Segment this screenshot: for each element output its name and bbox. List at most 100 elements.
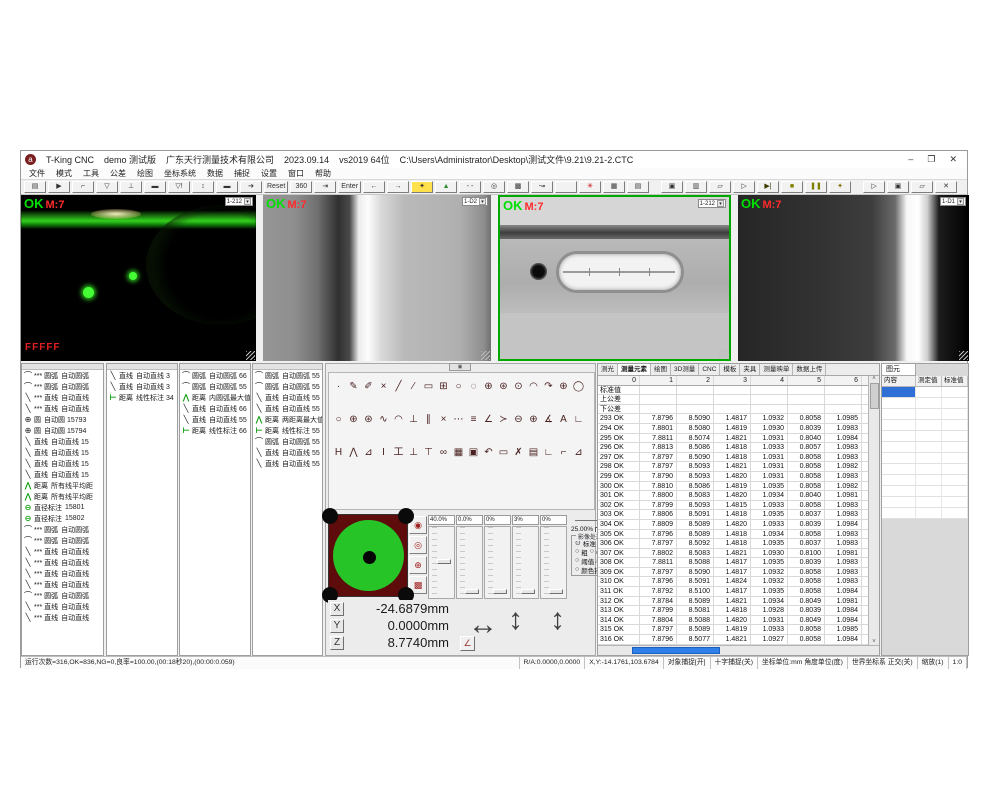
menu-item-6[interactable]: 数据 [207, 168, 223, 179]
element-list-item[interactable]: ╲直线自动直线 15 [22, 469, 103, 480]
element-list-item[interactable]: ╲直线自动直线 55 [253, 458, 322, 469]
element-list-item[interactable]: ⋀距离所有线平均距 [22, 480, 103, 491]
palette-tool-icon-r2-2[interactable]: ⊕ [346, 412, 361, 427]
run-button[interactable]: ▷ [863, 181, 885, 193]
scroll-thumb[interactable] [632, 647, 720, 654]
updown-button[interactable]: ↕ [192, 181, 214, 193]
enter-button[interactable]: Enter [338, 181, 361, 193]
path-button[interactable]: ⌐ [72, 181, 94, 193]
element-list-item[interactable]: ╲*** 直线自动直线 [22, 579, 103, 590]
element-list-item[interactable]: ⋀距离两距离最大值 [253, 414, 322, 425]
radio-icon[interactable]: ○ [575, 566, 579, 573]
palette-tool-icon-r2-7[interactable]: ∥ [421, 412, 436, 427]
menu-item-1[interactable]: 模式 [56, 168, 72, 179]
gray-block-button[interactable]: ▬ [144, 181, 166, 193]
dither-button[interactable]: ▦ [603, 181, 625, 193]
radio-icon[interactable]: ○ [575, 557, 579, 564]
element-list-item[interactable]: ╲*** 直线自动直线 [22, 612, 103, 623]
play-button[interactable]: ▷ [733, 181, 755, 193]
minimize-button[interactable]: – [908, 154, 913, 165]
palette-tool-icon-r3-17[interactable]: ⊿ [571, 445, 586, 460]
palette-tool-icon-r3-10[interactable]: ▣ [466, 445, 481, 460]
element-list-item[interactable]: ╲直线自动直线 55 [253, 392, 322, 403]
camera3-channel-dropdown[interactable]: 1-212▾ [698, 199, 726, 208]
light-slider-thumb[interactable] [465, 589, 479, 594]
element-list-item[interactable]: ⊢距离线性标注 34 [107, 392, 177, 403]
resize-grip-icon[interactable] [719, 349, 728, 358]
beam-button[interactable]: ⊥ [120, 181, 142, 193]
preview-row[interactable] [882, 442, 968, 453]
table-tab-1[interactable]: 测光 [598, 364, 618, 375]
stop-button[interactable]: ■ [781, 181, 803, 193]
palette-tool-icon-r2-4[interactable]: ∿ [376, 412, 391, 427]
table-row[interactable]: 316 OK7.87968.50771.48211.09270.80581.09… [598, 635, 868, 645]
camera-view-4[interactable]: OKM:7 1-D1▾ [738, 195, 969, 361]
palette-tool-icon-r1-16[interactable]: ⊕ [556, 379, 571, 394]
element-list-item[interactable]: ╲直线自动直线 66 [180, 403, 250, 414]
camera-view-3-selected[interactable]: OKM:7 1-212▾ [498, 195, 731, 361]
star-button[interactable]: ✳ [579, 181, 601, 193]
element-list-item[interactable]: ⌒圆弧自动圆弧 55 [253, 381, 322, 392]
level-button[interactable]: ▬ [216, 181, 238, 193]
scroll-thumb[interactable] [870, 383, 879, 409]
palette-tool-icon-r1-13[interactable]: ⊙ [511, 379, 526, 394]
element-list-item[interactable]: ⊖直径标注15801 [22, 502, 103, 513]
table-horizontal-scrollbar[interactable] [598, 645, 879, 655]
table-tab-6[interactable]: 模板 [720, 364, 740, 375]
table-row[interactable]: 313 OK7.87998.50811.48181.09280.80391.09… [598, 606, 868, 616]
table-row[interactable]: 298 OK7.87978.50931.48211.09310.80581.09… [598, 462, 868, 472]
preview-row[interactable] [882, 453, 968, 464]
palette-tool-icon-r2-11[interactable]: ∠ [481, 412, 496, 427]
element-list-item[interactable]: ╲直线自动直线 3 [107, 381, 177, 392]
preview-row[interactable] [882, 486, 968, 497]
terrain-button[interactable]: ▲ [435, 181, 457, 193]
curve-button[interactable]: ↝ [531, 181, 553, 193]
minus-minus-button[interactable]: - - [459, 181, 481, 193]
preview-row[interactable] [882, 497, 968, 508]
palette-tool-icon-r3-4[interactable]: I [376, 445, 391, 460]
table-row[interactable]: 302 OK7.87998.50931.48151.09330.80581.09… [598, 501, 868, 511]
element-list-item[interactable]: ╲直线自动直线 15 [22, 458, 103, 469]
selected-cell[interactable] [882, 387, 916, 397]
light-mode-button-2[interactable]: ◎ [409, 536, 427, 554]
table-row[interactable]: 301 OK7.88008.50831.48201.09340.80401.09… [598, 491, 868, 501]
element-list-item[interactable]: ╲直线自动直线 15 [22, 436, 103, 447]
palette-tool-icon-r1-14[interactable]: ◠ [526, 379, 541, 394]
palette-tool-icon-r3-3[interactable]: ⊿ [361, 445, 376, 460]
element-list-item[interactable]: ⌒*** 圆弧自动圆弧 [22, 524, 103, 535]
preview-row[interactable] [882, 409, 968, 420]
table-row[interactable]: 306 OK7.87978.50921.48181.09350.80371.09… [598, 539, 868, 549]
palette-tool-icon-r1-12[interactable]: ⊛ [496, 379, 511, 394]
palette-tool-icon-r2-16[interactable]: A [556, 412, 571, 427]
menu-item-7[interactable]: 捕捉 [234, 168, 250, 179]
palette-tool-icon-r2-1[interactable]: ○ [331, 412, 346, 427]
preview-row[interactable] [882, 398, 968, 409]
palette-tool-icon-r1-17[interactable]: ◯ [571, 379, 586, 394]
light-slider-thumb[interactable] [493, 589, 507, 594]
table-tab-7[interactable]: 夹具 [740, 364, 760, 375]
play-to-end-button[interactable]: ▶| [757, 181, 779, 193]
palette-tool-icon-r1-9[interactable]: ○ [451, 379, 466, 394]
palette-tool-icon-r3-13[interactable]: ✗ [511, 445, 526, 460]
x-axis-button[interactable]: X [330, 602, 344, 616]
maximize-button[interactable]: ❐ [927, 154, 935, 165]
element-list-item[interactable]: ⌒*** 圆弧自动圆弧 [22, 535, 103, 546]
table-row[interactable]: 304 OK7.88098.50891.48201.09330.80391.09… [598, 520, 868, 530]
menu-item-8[interactable]: 设置 [261, 168, 277, 179]
resize-grip-icon[interactable] [246, 351, 255, 360]
light-slider-thumb[interactable] [549, 589, 563, 594]
close-button[interactable]: ✕ [949, 154, 957, 165]
table-row[interactable]: 308 OK7.88118.50881.48171.09350.80391.09… [598, 558, 868, 568]
palette-tool-icon-r3-1[interactable]: H [331, 445, 346, 460]
blank-button[interactable] [555, 181, 577, 193]
arrow-left-button[interactable]: ← [363, 181, 385, 193]
camera2-channel-dropdown[interactable]: 1-D2▾ [462, 197, 488, 206]
palette-tool-icon-r3-7[interactable]: ⊤ [421, 445, 436, 460]
element-list-item[interactable]: ╲直线自动直线 55 [253, 403, 322, 414]
palette-tool-icon-r1-2[interactable]: ✎ [346, 379, 361, 394]
light-slider-track[interactable] [540, 526, 567, 599]
table-row[interactable]: 303 OK7.88068.50911.48181.09350.80371.09… [598, 510, 868, 520]
jog-xy-vertical-icon[interactable]: ↕ [508, 603, 523, 637]
palette-tool-icon-r1-1[interactable]: · [331, 379, 346, 394]
angle-jog-button[interactable]: ∠ [460, 636, 475, 651]
